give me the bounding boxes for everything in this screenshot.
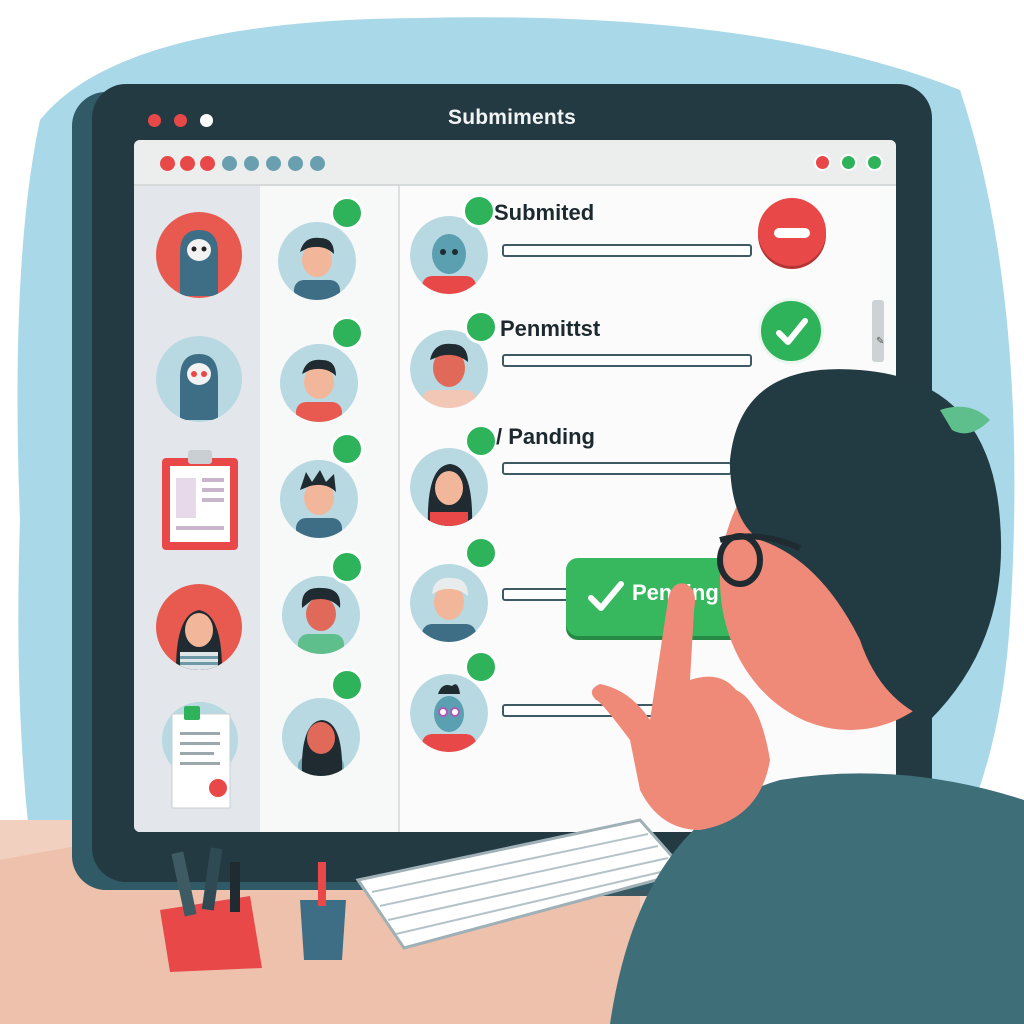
person-illustration [160,369,1024,1024]
